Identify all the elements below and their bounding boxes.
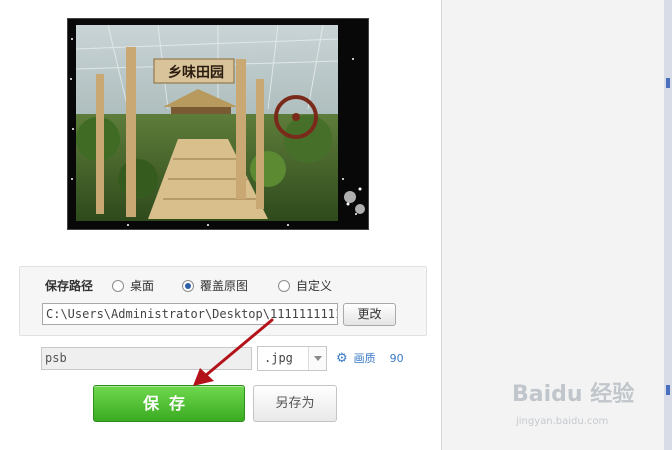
chevron-down-icon[interactable] (308, 347, 326, 370)
radio-desktop-indicator (112, 279, 124, 292)
quality-value: 90 (389, 351, 404, 365)
save-path-label: 保存路径 (45, 279, 94, 293)
save-path-input[interactable]: C:\Users\Administrator\Desktop\111111111… (42, 303, 338, 325)
gear-icon[interactable]: ⚙ (336, 351, 348, 366)
radio-desktop[interactable]: 桌面 (112, 277, 154, 294)
radio-custom-label: 自定义 (296, 279, 333, 293)
radio-custom-indicator (278, 279, 290, 292)
edge-marker (666, 385, 670, 395)
change-path-button[interactable]: 更改 (343, 303, 396, 326)
radio-desktop-label: 桌面 (130, 279, 155, 293)
save-as-button[interactable]: 另存为 (253, 385, 337, 422)
scroll-edge (664, 0, 672, 450)
quality-setting[interactable]: ⚙ 画质 90 (336, 350, 404, 366)
save-button[interactable]: 保存 (93, 385, 245, 422)
format-select-value: .jpg (264, 351, 293, 365)
photo-preview: 乡味田园 (68, 19, 368, 229)
sign-text: 乡味田园 (168, 65, 224, 81)
radio-overwrite-label: 覆盖原图 (200, 279, 249, 293)
radio-overwrite-indicator (182, 279, 194, 292)
watermark-brand: Baidu 经验 (512, 382, 635, 407)
file-name-input[interactable]: psb (41, 347, 252, 370)
radio-custom[interactable]: 自定义 (278, 277, 332, 294)
photo-image (68, 19, 368, 229)
radio-overwrite-original[interactable]: 覆盖原图 (182, 277, 248, 294)
photo-editor-save-panel: 乡味田园 保存路径 桌面 覆盖原图 自定义 C:\Users\Administr… (0, 0, 441, 450)
save-path-panel: 保存路径 桌面 覆盖原图 自定义 C:\Users\Administrator\… (19, 266, 427, 336)
edge-marker (666, 78, 670, 88)
format-select[interactable]: .jpg (257, 346, 327, 371)
watermark-url: jingyan.baidu.com (516, 416, 609, 427)
quality-label: 画质 (353, 352, 376, 365)
